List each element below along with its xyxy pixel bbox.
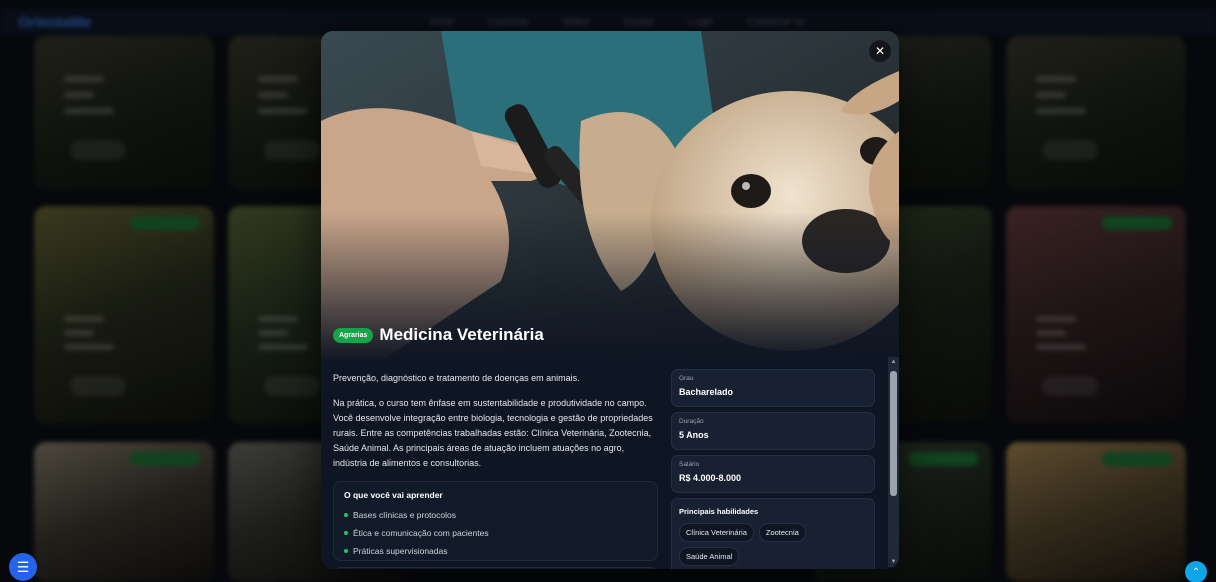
category-badge: Agrarias bbox=[333, 327, 374, 343]
learn-item: Bases clínicas e protocolos bbox=[344, 506, 647, 524]
scroll-up-arrow-icon[interactable]: ▲ bbox=[888, 357, 899, 367]
info-label: Salário bbox=[679, 461, 700, 468]
bullet-icon bbox=[344, 513, 348, 517]
skill-chip: Zootecnia bbox=[758, 523, 806, 542]
course-details: Na prática, o curso tem ênfase em susten… bbox=[333, 398, 653, 468]
info-card-salary: Salário R$ 4.000-8.000 bbox=[671, 455, 875, 493]
info-label: Grau bbox=[679, 375, 694, 382]
info-value: Bacharelado bbox=[679, 387, 734, 397]
close-button[interactable]: ✕ bbox=[869, 40, 891, 62]
scrollbar-thumb[interactable] bbox=[890, 371, 897, 496]
course-description-column: Prevenção, diagnóstico e tratamento de d… bbox=[333, 371, 658, 569]
course-hero-image: ✕ Agrarias Medicina Veterinária bbox=[321, 31, 899, 361]
modal-title-row: Agrarias Medicina Veterinária bbox=[333, 325, 544, 345]
info-value: R$ 4.000-8.000 bbox=[679, 473, 742, 483]
skills-title: Principais habilidades bbox=[679, 507, 759, 516]
course-short-description: Prevenção, diagnóstico e tratamento de d… bbox=[333, 373, 580, 383]
chevron-up-icon: ⌃ bbox=[1191, 566, 1201, 578]
skills-card: Principais habilidades Clínica Veterinár… bbox=[671, 498, 875, 569]
scroll-down-arrow-icon[interactable]: ▼ bbox=[888, 557, 899, 567]
bullet-icon bbox=[344, 531, 348, 535]
scroll-to-top-button[interactable]: ⌃ bbox=[1185, 561, 1207, 582]
menu-button[interactable]: ☰ bbox=[9, 553, 37, 581]
course-title: Medicina Veterinária bbox=[379, 325, 544, 344]
skills-chips: Clínica Veterinária Zootecnia Saúde Anim… bbox=[679, 523, 867, 566]
learn-item: Práticas supervisionadas bbox=[344, 542, 647, 560]
modal-content: Prevenção, diagnóstico e tratamento de d… bbox=[321, 361, 899, 569]
close-icon: ✕ bbox=[874, 44, 886, 58]
learn-section: O que você vai aprender Bases clínicas e… bbox=[333, 481, 658, 561]
bullet-icon bbox=[344, 549, 348, 553]
info-card-degree: Grau Bacharelado bbox=[671, 369, 875, 407]
modal-scrollbar[interactable]: ▲ ▼ bbox=[888, 357, 899, 567]
info-label: Duração bbox=[679, 418, 704, 425]
info-value: 5 Anos bbox=[679, 430, 709, 440]
skill-chip: Saúde Animal bbox=[679, 547, 740, 566]
next-section-card bbox=[333, 567, 658, 569]
menu-icon: ☰ bbox=[16, 558, 30, 575]
skill-chip: Clínica Veterinária bbox=[679, 523, 754, 542]
course-modal: ✕ Agrarias Medicina Veterinária Prevençã… bbox=[321, 31, 899, 569]
veterinary-dog-photo bbox=[321, 31, 899, 361]
learn-item: Ética e comunicação com pacientes bbox=[344, 524, 647, 542]
course-info-column: Grau Bacharelado Duração 5 Anos Salário … bbox=[671, 369, 875, 569]
info-card-duration: Duração 5 Anos bbox=[671, 412, 875, 450]
learn-title: O que você vai aprender bbox=[344, 490, 443, 500]
